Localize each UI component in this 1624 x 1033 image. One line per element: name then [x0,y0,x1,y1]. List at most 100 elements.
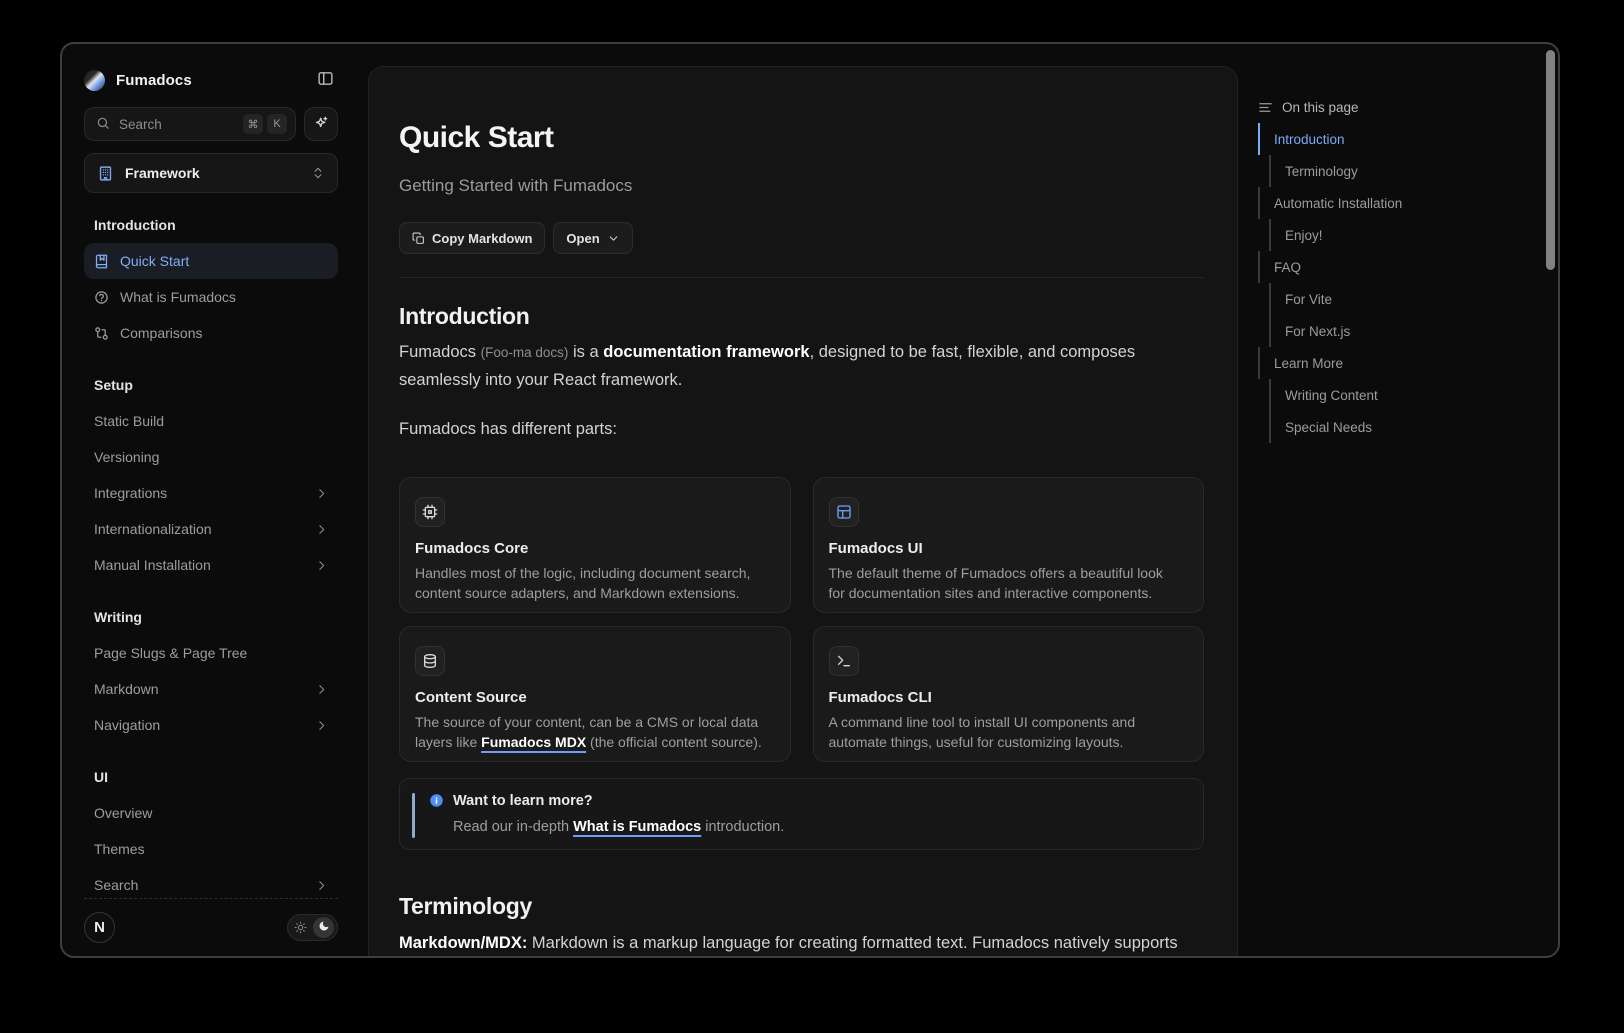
sidebar-item-label: Comparisons [120,325,202,341]
nav-section-setup: Setup Static Build Versioning Integrations I… [84,367,338,583]
moon-icon [318,919,330,937]
nav-section-ui: UIOverviewThemesSearch [84,759,338,903]
building-icon [97,165,114,182]
sidebar-item-overview[interactable]: Overview [84,795,338,831]
section-divider [399,277,1204,278]
copy-markdown-button[interactable]: Copy Markdown [399,222,545,254]
text-segment: Markdown/MDX: [399,934,527,952]
database-icon [422,653,438,669]
toc-item-introduction[interactable]: Introduction [1258,123,1538,155]
sidebar-item-manual-installation[interactable]: Manual Installation [84,547,338,583]
card-description: The source of your content, can be a CMS… [415,712,770,752]
sidebar-item-label: Static Build [94,413,164,429]
toc-item-for-next-js[interactable]: For Next.js [1258,315,1538,347]
screenshot-canvas: Fumadocs Search ⌘ K [0,0,1624,1033]
introduction-heading: Introduction [399,302,1204,330]
card-icon-tile [415,646,445,676]
introduction-paragraph: Fumadocs (Foo-ma docs) is a documentatio… [399,339,1204,394]
text-segment: is a [568,343,603,361]
app-window: Fumadocs Search ⌘ K [60,42,1560,958]
chevron-down-icon [607,232,620,245]
theme-toggle[interactable] [287,914,338,941]
copy-icon [412,232,425,245]
card-icon-tile [829,497,859,527]
callout-body: Read our in-depth What is Fumadocs intro… [453,817,1187,837]
sidebar-item-static-build[interactable]: Static Build [84,403,338,439]
toc-item-automatic-installation[interactable]: Automatic Installation [1258,187,1538,219]
nav-section-introduction: IntroductionQuick Start What is Fumadocs C… [84,207,338,351]
framework-label: Framework [125,165,300,181]
card-description: A command line tool to install UI compon… [829,712,1184,752]
nav-section-label-ui: UI [84,759,338,795]
cpu-icon [422,504,438,520]
sidebar-header: Fumadocs [84,64,338,96]
chevron-right-icon [315,683,328,696]
text-segment: Handles most of the logic, including doc… [415,565,750,601]
search-icon [96,116,110,133]
nav-section-label-writing: Writing [84,599,338,635]
book-icon [94,254,109,269]
card-description: Handles most of the logic, including doc… [415,563,770,603]
compare-icon [94,326,109,341]
terminal-icon [836,653,852,669]
text-segment: introduction. [701,819,784,835]
sidebar-footer: N [84,898,338,956]
inline-link-what-is-fumadocs[interactable]: What is Fumadocs [573,819,701,835]
terminology-paragraph: Markdown/MDX: Markdown is a markup langu… [399,930,1204,958]
sparkles-icon [313,115,329,134]
sidebar-item-comparisons[interactable]: Comparisons [84,315,338,351]
toc-item-enjoy[interactable]: Enjoy! [1258,219,1538,251]
sidebar-item-versioning[interactable]: Versioning [84,439,338,475]
sidebar-item-quick-start[interactable]: Quick Start [84,243,338,279]
sidebar-item-internationalization[interactable]: Internationalization [84,511,338,547]
nav-section-label-introduction: Introduction [84,207,338,243]
open-menu-button[interactable]: Open [553,222,632,254]
search-row: Search ⌘ K [84,107,338,141]
kbd-k: K [267,114,287,134]
card-fumadocs-core: Fumadocs CoreHandles most of the logic, … [399,477,791,613]
nextjs-logo[interactable]: N [84,912,115,943]
kbd-cmd: ⌘ [243,114,263,134]
sidebar-item-navigation[interactable]: Navigation [84,707,338,743]
text-segment: Markdown is a markup language for creati… [527,934,1177,952]
info-icon [429,793,444,808]
card-icon-tile [829,646,859,676]
text-segment: A command line tool to install UI compon… [829,714,1136,750]
window-scrollbar-thumb[interactable] [1546,50,1555,270]
question-icon [94,290,109,305]
chevron-right-icon [315,559,328,572]
sidebar-item-markdown[interactable]: Markdown [84,671,338,707]
toc-item-writing-content[interactable]: Writing Content [1258,379,1538,411]
text-segment: Read our in-depth [453,819,573,835]
card-content-source: Content SourceThe source of your content… [399,626,791,762]
brand[interactable]: Fumadocs [84,70,312,91]
sidebar-item-label: Versioning [94,449,159,465]
search-input[interactable]: Search ⌘ K [84,107,296,141]
sidebar-collapse-button[interactable] [312,67,338,93]
toc-item-faq[interactable]: FAQ [1258,251,1538,283]
toc-item-special-needs[interactable]: Special Needs [1258,411,1538,443]
sidebar-item-label: What is Fumadocs [120,289,236,305]
text-segment: (the official content source). [586,734,762,750]
nav-section-label-setup: Setup [84,367,338,403]
sidebar-item-themes[interactable]: Themes [84,831,338,867]
sidebar-item-integrations[interactable]: Integrations [84,475,338,511]
ai-search-button[interactable] [304,107,338,141]
toc-item-learn-more[interactable]: Learn More [1258,347,1538,379]
callout-content: Want to learn more? Read our in-depth Wh… [429,793,1187,849]
callout-accent-bar [412,793,415,838]
card-icon-tile [415,497,445,527]
sidebar-item-page-slugs-page-tree[interactable]: Page Slugs & Page Tree [84,635,338,671]
framework-select[interactable]: Framework [84,153,338,193]
sidebar-item-label: Manual Installation [94,557,211,573]
toc-title: On this page [1258,94,1538,120]
brand-name: Fumadocs [116,72,192,89]
inline-link-fumadocs-mdx[interactable]: Fumadocs MDX [481,734,586,750]
open-label: Open [566,231,599,246]
toc-item-terminology[interactable]: Terminology [1258,155,1538,187]
text-segment: (Foo-ma docs) [481,345,569,360]
sidebar-item-what-is-fumadocs[interactable]: What is Fumadocs [84,279,338,315]
sidebar-item-label: Page Slugs & Page Tree [94,645,247,661]
toc-item-for-vite[interactable]: For Vite [1258,283,1538,315]
sidebar-item-label: Internationalization [94,521,212,537]
